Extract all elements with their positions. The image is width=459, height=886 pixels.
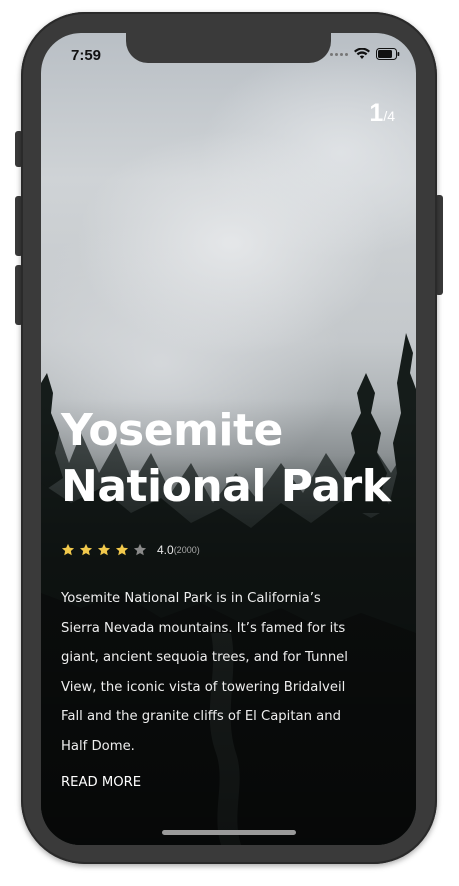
read-more-link[interactable]: READ MORE bbox=[61, 775, 141, 790]
star-icon bbox=[61, 543, 75, 556]
rating: 4.0 (2000) bbox=[61, 543, 200, 557]
cellular-signal-icon bbox=[330, 52, 348, 56]
place-title: Yosemite National Park bbox=[61, 405, 391, 513]
app-screen: 7:59 1/4 Yosemite National Park 4.0 (200… bbox=[41, 33, 416, 845]
star-icon bbox=[115, 543, 129, 556]
status-bar: 7:59 bbox=[41, 33, 416, 77]
battery-icon bbox=[376, 48, 400, 60]
page-total: 4 bbox=[387, 108, 395, 124]
star-icon-empty bbox=[133, 543, 147, 556]
rating-count: (2000) bbox=[173, 545, 200, 555]
page-indicator: 1/4 bbox=[369, 99, 395, 128]
rating-value: 4.0 bbox=[157, 543, 174, 557]
status-icons bbox=[330, 48, 400, 60]
page-current: 1 bbox=[369, 99, 384, 127]
status-time: 7:59 bbox=[71, 47, 102, 64]
wifi-icon bbox=[354, 48, 370, 59]
home-indicator[interactable] bbox=[162, 830, 296, 835]
place-description: Yosemite National Park is in California’… bbox=[61, 591, 348, 754]
star-icon bbox=[97, 543, 111, 556]
star-icon bbox=[79, 543, 93, 556]
